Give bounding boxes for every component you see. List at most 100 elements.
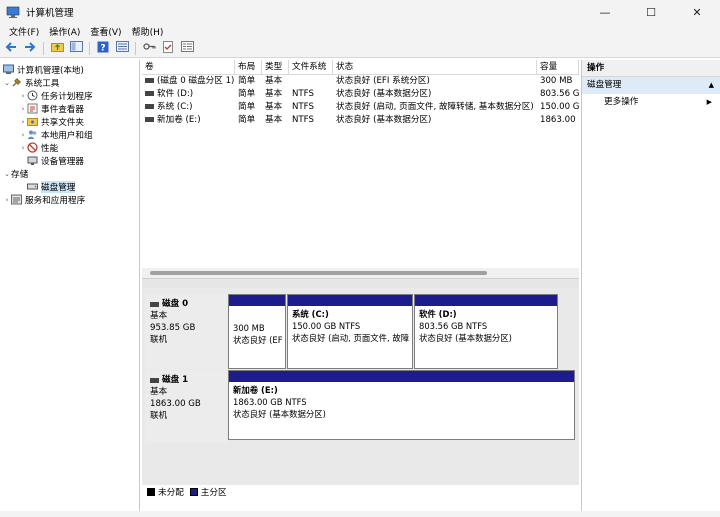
tree-item-task-scheduler[interactable]: › 任务计划程序	[0, 89, 139, 102]
partition-d[interactable]: 软件 (D:) 803.56 GB NTFS 状态良好 (基本数据分区)	[414, 294, 558, 369]
svg-text:?: ?	[100, 43, 105, 53]
close-button[interactable]: ✕	[674, 0, 720, 24]
disk-size: 1863.00 GB	[150, 399, 201, 409]
minimize-button[interactable]: —	[582, 0, 628, 24]
chevron-down-icon[interactable]: ⌄	[3, 170, 11, 178]
list-view-icon	[115, 41, 129, 55]
cell-type: 基本	[265, 115, 283, 125]
cell-volume: 新加卷 (E:)	[157, 115, 201, 125]
table-row[interactable]: 新加卷 (E:) 简单 基本 NTFS 状态良好 (基本数据分区) 1863.0…	[142, 114, 579, 127]
details-view-icon	[180, 41, 194, 55]
computer-management-icon	[3, 64, 14, 75]
forward-button[interactable]	[22, 41, 38, 56]
tools-icon	[11, 77, 22, 88]
disk-name: 磁盘 1	[162, 375, 189, 385]
chevron-right-icon[interactable]: ›	[19, 92, 27, 100]
disk-map: 磁盘 0 基本 953.85 GB 联机 300 MB 状态良好 (EF 系统 …	[142, 288, 579, 485]
partition-efi[interactable]: 300 MB 状态良好 (EF	[228, 294, 286, 369]
tree-item-local-users[interactable]: › 本地用户和组	[0, 128, 139, 141]
tree-item-performance[interactable]: › 性能	[0, 141, 139, 154]
maximize-button[interactable]: ☐	[628, 0, 674, 24]
menu-help[interactable]: 帮助(H)	[127, 25, 169, 38]
chevron-right-icon[interactable]: ›	[19, 118, 27, 126]
table-row[interactable]: 软件 (D:) 简单 基本 NTFS 状态良好 (基本数据分区) 803.56 …	[142, 88, 579, 101]
toolbar-separator	[89, 41, 90, 55]
volume-icon	[145, 117, 154, 122]
partition-size: 1863.00 GB NTFS	[233, 397, 307, 407]
partition-c[interactable]: 系统 (C:) 150.00 GB NTFS 状态良好 (启动, 页面文件, 故…	[287, 294, 413, 369]
cell-layout: 简单	[238, 102, 256, 112]
tree-item-storage[interactable]: ⌄ 存储	[0, 167, 139, 180]
tree-item-services[interactable]: › 服务和应用程序	[0, 193, 139, 206]
legend-primary: 主分区	[200, 487, 227, 498]
partition-title: 新加卷 (E:)	[233, 385, 278, 395]
volume-icon	[145, 78, 154, 83]
menu-bar: 文件(F) 操作(A) 查看(V) 帮助(H)	[0, 24, 720, 39]
tree-item-device-manager[interactable]: 设备管理器	[0, 154, 139, 167]
disk-0-label[interactable]: 磁盘 0 基本 953.85 GB 联机	[145, 294, 227, 369]
table-row[interactable]: 系统 (C:) 简单 基本 NTFS 状态良好 (启动, 页面文件, 故障转储,…	[142, 101, 579, 114]
partition-bar	[229, 371, 574, 382]
window-title: 计算机管理	[26, 8, 74, 19]
cell-filesystem	[289, 75, 333, 88]
column-header-filesystem[interactable]: 文件系统	[289, 60, 333, 74]
no-entry-icon	[27, 142, 38, 153]
partition-title: 系统 (C:)	[292, 309, 329, 319]
horizontal-scrollbar[interactable]	[142, 268, 579, 278]
menu-action[interactable]: 操作(A)	[44, 25, 85, 38]
help-button[interactable]: ?	[95, 41, 111, 56]
cell-capacity: 150.00 G	[540, 102, 579, 112]
event-log-icon	[27, 103, 38, 114]
tree-item-disk-management[interactable]: 磁盘管理	[0, 180, 139, 193]
pane-splitter[interactable]	[142, 278, 579, 288]
actions-section-disk-management[interactable]: 磁盘管理 ▲	[582, 77, 720, 94]
column-header-type[interactable]: 类型	[262, 60, 289, 74]
scrollbar-thumb[interactable]	[150, 271, 487, 275]
show-hide-tree-button[interactable]	[68, 41, 84, 56]
properties-button[interactable]	[114, 41, 130, 56]
chevron-up-icon[interactable]: ▲	[709, 77, 714, 94]
cell-volume: 软件 (D:)	[157, 89, 194, 99]
checklist-icon	[162, 40, 174, 56]
disk-size: 953.85 GB	[150, 323, 196, 333]
chevron-right-icon: ▶	[706, 98, 712, 106]
menu-file[interactable]: 文件(F)	[4, 25, 44, 38]
partition-bar	[229, 295, 285, 306]
tree-label: 存储	[11, 169, 29, 180]
tree-item-computer-management[interactable]: 计算机管理(本地)	[0, 63, 139, 76]
cell-type: 基本	[265, 102, 283, 112]
table-row[interactable]: (磁盘 0 磁盘分区 1) 简单 基本 状态良好 (EFI 系统分区) 300 …	[142, 75, 579, 88]
chevron-right-icon[interactable]: ›	[3, 196, 11, 204]
tree-item-event-viewer[interactable]: › 事件查看器	[0, 102, 139, 115]
column-header-status[interactable]: 状态	[333, 60, 537, 74]
check-button[interactable]	[160, 40, 176, 56]
key-icon	[142, 41, 156, 55]
back-button[interactable]	[3, 41, 19, 56]
column-header-capacity[interactable]: 容量	[537, 60, 579, 74]
tree-label: 性能	[41, 143, 59, 154]
disk-legend: 未分配 主分区	[145, 485, 227, 498]
tree-label: 服务和应用程序	[25, 195, 86, 206]
partition-e[interactable]: 新加卷 (E:) 1863.00 GB NTFS 状态良好 (基本数据分区)	[228, 370, 575, 440]
tree-label: 本地用户和组	[41, 130, 93, 141]
tree-item-shared-folders[interactable]: › 共享文件夹	[0, 115, 139, 128]
chevron-right-icon[interactable]: ›	[19, 105, 27, 113]
more-actions-item[interactable]: 更多操作 ▶	[582, 94, 720, 110]
actions-pane: 操作 磁盘管理 ▲ 更多操作 ▶	[581, 60, 720, 511]
cell-status: 状态良好 (EFI 系统分区)	[336, 76, 430, 86]
disk-status: 联机	[150, 335, 168, 345]
tree-item-system-tools[interactable]: ⌄ 系统工具	[0, 76, 139, 89]
disk-1-label[interactable]: 磁盘 1 基本 1863.00 GB 联机	[145, 370, 227, 443]
menu-view[interactable]: 查看(V)	[85, 25, 126, 38]
chevron-down-icon[interactable]: ⌄	[3, 79, 11, 87]
connect-button[interactable]	[141, 41, 157, 56]
chevron-right-icon[interactable]: ›	[19, 144, 27, 152]
legend-unallocated: 未分配	[158, 487, 184, 498]
up-folder-button[interactable]	[49, 41, 65, 56]
column-header-layout[interactable]: 布局	[235, 60, 262, 74]
cell-type: 基本	[265, 89, 283, 99]
chevron-right-icon[interactable]: ›	[19, 131, 27, 139]
column-header-volume[interactable]: 卷	[142, 60, 235, 74]
settings-view-button[interactable]	[179, 41, 195, 56]
toolbar-separator	[135, 41, 136, 55]
